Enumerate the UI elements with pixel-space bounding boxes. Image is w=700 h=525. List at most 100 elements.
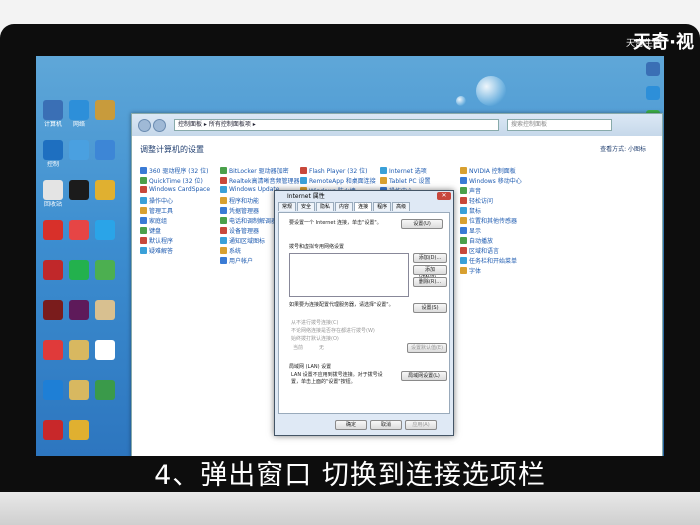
- control-panel-item[interactable]: Flash Player (32 位): [300, 166, 367, 175]
- app-icon: [43, 300, 63, 320]
- control-panel-item[interactable]: 通知区域图标: [220, 236, 265, 245]
- desktop-icon[interactable]: [90, 220, 120, 241]
- tab-3[interactable]: 内容: [335, 202, 354, 211]
- browser-icon[interactable]: [646, 62, 660, 76]
- radio-dial-no-net[interactable]: 不论网络连接是否存在都进行拨号(W): [291, 327, 375, 334]
- control-panel-item[interactable]: 电话和调制解调器: [220, 216, 277, 225]
- control-panel-item-label: 凭据管理器: [229, 208, 260, 215]
- control-panel-item[interactable]: 轻松访问: [460, 196, 493, 205]
- control-panel-item[interactable]: Windows CardSpace: [140, 186, 210, 193]
- ie-icon[interactable]: [646, 86, 660, 100]
- desktop-icon-label: 网络: [72, 121, 85, 128]
- control-panel-item[interactable]: 程序和功能: [220, 196, 259, 205]
- control-panel-item[interactable]: 系统: [220, 246, 241, 255]
- control-panel-item[interactable]: QuickTime (32 位): [140, 176, 203, 185]
- control-panel-item[interactable]: 位置和其他传感器: [460, 216, 517, 225]
- control-panel-item[interactable]: 操作中心: [140, 196, 173, 205]
- control-panel-item-label: Flash Player (32 位): [309, 168, 368, 175]
- item-icon: [140, 177, 147, 184]
- control-panel-item[interactable]: 声音: [460, 186, 481, 195]
- add-vpn-button[interactable]: 添加 VPN(P)...: [413, 265, 447, 281]
- item-icon: [220, 197, 227, 204]
- control-panel-item[interactable]: RemoteApp 和桌面连接: [300, 176, 376, 185]
- item-icon: [460, 187, 467, 194]
- radio-never-dial[interactable]: 从不进行拨号连接(C): [291, 319, 338, 326]
- desktop-icon[interactable]: [90, 380, 120, 401]
- control-panel-item[interactable]: 疑难解答: [140, 246, 173, 255]
- desktop-icon-label: 控制: [46, 161, 59, 168]
- add-button[interactable]: 添加(D)...: [413, 253, 447, 263]
- item-icon: [140, 247, 147, 254]
- ok-button[interactable]: 确定: [335, 420, 367, 430]
- tab-1[interactable]: 安全: [297, 202, 316, 211]
- control-panel-item[interactable]: NVIDIA 控制面板: [460, 166, 516, 175]
- control-panel-item[interactable]: 管理工具: [140, 206, 173, 215]
- setup-text: 要设置一个 Internet 连接，单击"设置"。: [289, 220, 382, 226]
- desktop-icon[interactable]: [64, 420, 94, 441]
- control-panel-item[interactable]: 设备管理器: [220, 226, 259, 235]
- forward-button[interactable]: [153, 118, 166, 132]
- control-panel-item[interactable]: Windows Update: [220, 186, 279, 193]
- search-input[interactable]: 搜索控制面板: [507, 119, 612, 131]
- control-panel-item[interactable]: 默认程序: [140, 236, 173, 245]
- desktop-icon-label: 回收站: [43, 201, 62, 208]
- tab-6[interactable]: 高级: [392, 202, 411, 211]
- control-panel-item[interactable]: 鼠标: [460, 206, 481, 215]
- control-panel-item-label: 用户帐户: [229, 258, 254, 265]
- app-icon: [69, 420, 89, 440]
- app-icon: [43, 100, 63, 120]
- tab-2[interactable]: 隐私: [316, 202, 335, 211]
- control-panel-item[interactable]: Tablet PC 设置: [380, 176, 431, 185]
- control-panel-item-label: RemoteApp 和桌面连接: [309, 178, 376, 185]
- item-icon: [220, 167, 227, 174]
- view-mode-selector[interactable]: 查看方式: 小图标: [600, 144, 646, 153]
- control-panel-item[interactable]: 显示: [460, 226, 481, 235]
- control-panel-item[interactable]: 任务栏和开始菜单: [460, 256, 517, 265]
- desktop-icon[interactable]: [90, 300, 120, 321]
- address-bar[interactable]: 控制面板 ▸ 所有控制面板项 ▸: [174, 119, 499, 131]
- tab-5[interactable]: 程序: [373, 202, 392, 211]
- item-icon: [460, 247, 467, 254]
- settings-button[interactable]: 设置(S): [413, 303, 447, 313]
- control-panel-item[interactable]: 凭据管理器: [220, 206, 259, 215]
- item-icon: [220, 237, 227, 244]
- connections-list[interactable]: [289, 253, 409, 297]
- apply-button[interactable]: 应用(A): [405, 420, 437, 430]
- set-default-button[interactable]: 设置默认值(E): [407, 343, 447, 353]
- control-panel-item[interactable]: 键盘: [140, 226, 161, 235]
- control-panel-item[interactable]: Windows 移动中心: [460, 176, 522, 185]
- close-button[interactable]: ✕: [437, 192, 451, 200]
- desktop-icon[interactable]: [90, 100, 120, 121]
- back-button[interactable]: [138, 118, 151, 132]
- control-panel-item[interactable]: 字体: [460, 266, 481, 275]
- control-panel-item[interactable]: Internet 选项: [380, 166, 427, 175]
- control-panel-item[interactable]: Realtek高清晰音频管理器: [220, 176, 299, 185]
- cancel-button[interactable]: 取消: [370, 420, 402, 430]
- control-panel-item[interactable]: 用户帐户: [220, 256, 253, 265]
- remove-button[interactable]: 删除(R)...: [413, 277, 447, 287]
- tab-4[interactable]: 连接: [354, 202, 373, 211]
- control-panel-item[interactable]: 区域和语言: [460, 246, 499, 255]
- control-panel-item-label: 区域和语言: [469, 248, 500, 255]
- desktop-icon[interactable]: [90, 140, 120, 161]
- lan-text: LAN 设置不应用到拨号连接。对于拨号设置，单击上面的"设置"按钮。: [291, 372, 383, 385]
- item-icon: [140, 197, 147, 204]
- control-panel-item[interactable]: BitLocker 驱动器加密: [220, 166, 289, 175]
- app-icon: [43, 420, 63, 440]
- desktop-icon[interactable]: [90, 260, 120, 281]
- lan-settings-button[interactable]: 局域网设置(L): [401, 371, 447, 381]
- control-panel-item-label: Windows Update: [229, 186, 280, 193]
- control-panel-item[interactable]: 家庭组: [140, 216, 167, 225]
- setup-button[interactable]: 设置(U): [401, 219, 443, 229]
- radio-always-dial[interactable]: 始终拨打默认连接(O): [291, 335, 339, 342]
- control-panel-item[interactable]: 360 驱动程序 (32 位): [140, 166, 209, 175]
- app-icon: [43, 220, 63, 240]
- desktop-icon[interactable]: [90, 180, 120, 201]
- current-value: 无: [319, 345, 325, 351]
- water-drop-decoration: [476, 76, 506, 106]
- current-label: 当前: [293, 345, 304, 351]
- control-panel-item[interactable]: 自动播放: [460, 236, 493, 245]
- app-icon: [95, 380, 115, 400]
- tab-0[interactable]: 常规: [278, 202, 297, 211]
- desktop-icon[interactable]: [90, 340, 120, 361]
